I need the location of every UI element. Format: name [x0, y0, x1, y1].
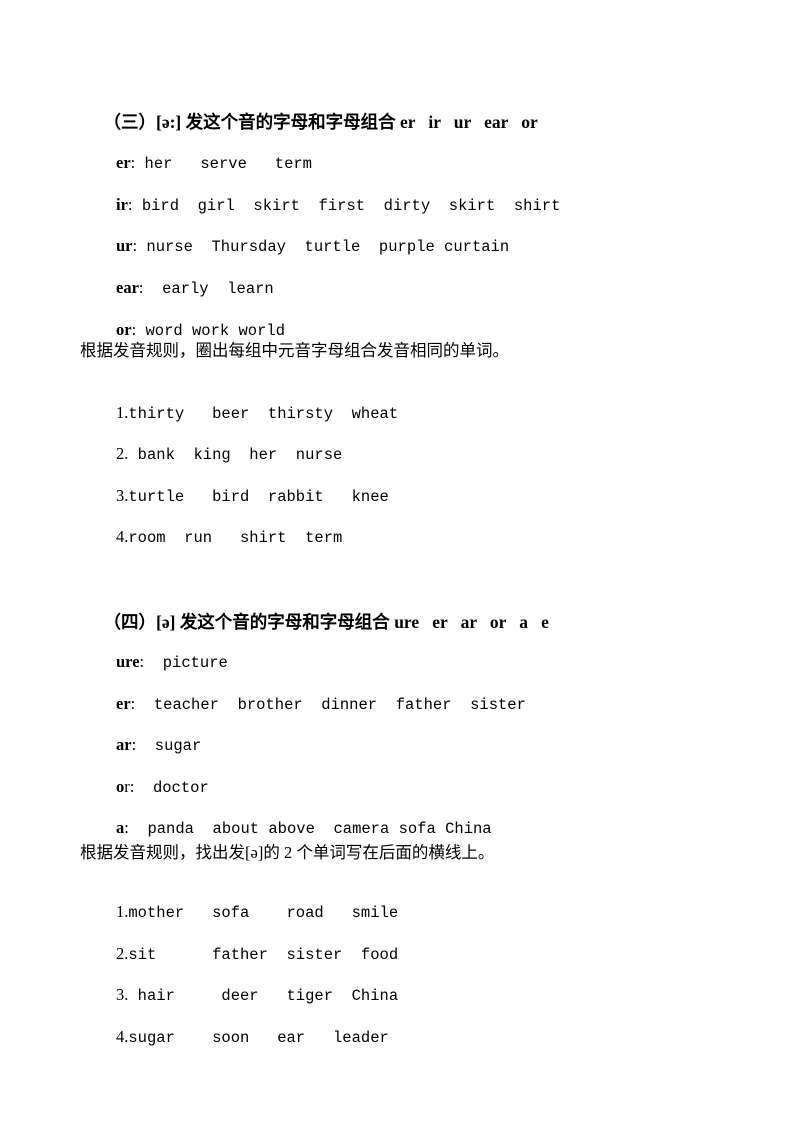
rule-key-or: or: [116, 320, 137, 339]
rule-words-ure: picture [144, 654, 228, 672]
exercise-words: thirty beer thirsty wheat [128, 405, 399, 423]
section-chinese-text-3: 发这个音的字母和字母组合 [185, 111, 396, 132]
rule-words-or: word work world [136, 322, 285, 340]
exercise-number: 1. [116, 902, 129, 921]
section-chinese-text-4: 发这个音的字母和字母组合 [179, 611, 390, 632]
rule-words-ur: nurse Thursday turtle purple curtain [137, 238, 510, 256]
exercise-words: room run shirt term [128, 529, 343, 547]
rule-words-ear: early learn [143, 280, 274, 298]
rule-words-ar: sugar [136, 737, 202, 755]
section-letters-list-3: er ir ur ear or [400, 111, 538, 132]
section-number-3: （三） [103, 111, 157, 132]
instruction-text-1: 根据发音规则，圈出每组中元音字母组合发音相同的单词。 [80, 341, 509, 360]
rule-words-or-2: doctor [134, 779, 209, 797]
rule-key-er: er: [116, 153, 136, 172]
exercise-words: hair deer tiger China [128, 987, 399, 1005]
exercise-words: sit father sister food [128, 946, 399, 964]
rule-key-ear: ear: [116, 278, 144, 297]
rule-key-ure: ure: [116, 652, 145, 671]
exercise-number: 2. [116, 444, 129, 463]
rule-key-ar: ar: [116, 735, 137, 754]
exercise-number: 4. [116, 527, 129, 546]
rule-key-or-2: or: [116, 777, 135, 796]
rule-key-a: a: [116, 818, 129, 837]
exercise-words: sugar soon ear leader [128, 1029, 389, 1047]
exercise-number: 2. [116, 944, 129, 963]
exercise-words: turtle bird rabbit knee [128, 488, 389, 506]
exercise-number: 4. [116, 1027, 129, 1046]
instruction-text-2: 根据发音规则，找出发[ə]的 2 个单词写在后面的横线上。 [80, 843, 495, 862]
rule-key-ir: ir: [116, 195, 133, 214]
exercise-number: 1. [116, 403, 129, 422]
exercise-words: bank king her nurse [128, 446, 343, 464]
exercise-item-2-4: 4.sugar soon ear leader [100, 1013, 389, 1063]
rule-words-er-2: teacher brother dinner father sister [135, 696, 526, 714]
exercise-number: 3. [116, 486, 129, 505]
exercise-item-1-4: 4.room run shirt term [100, 513, 342, 563]
rule-key-er-2: er: [116, 694, 136, 713]
document-page: （三）[ə:] 发这个音的字母和字母组合 er ir ur ear or er:… [0, 0, 794, 1123]
rule-words-ir: bird girl skirt first dirty skirt shirt [132, 197, 561, 215]
section-ipa-3: [ə:] [156, 111, 182, 132]
rule-words-er: her serve term [135, 155, 312, 173]
section-number-4: （四） [103, 611, 157, 632]
rule-key-ur: ur: [116, 236, 138, 255]
exercise-number: 3. [116, 985, 129, 1004]
rule-words-a: panda about above camera sofa China [128, 820, 492, 838]
exercise-words: mother sofa road smile [128, 904, 399, 922]
section-ipa-4: [ə] [156, 611, 176, 632]
section-letters-list-4: ure er ar or a e [394, 611, 549, 632]
